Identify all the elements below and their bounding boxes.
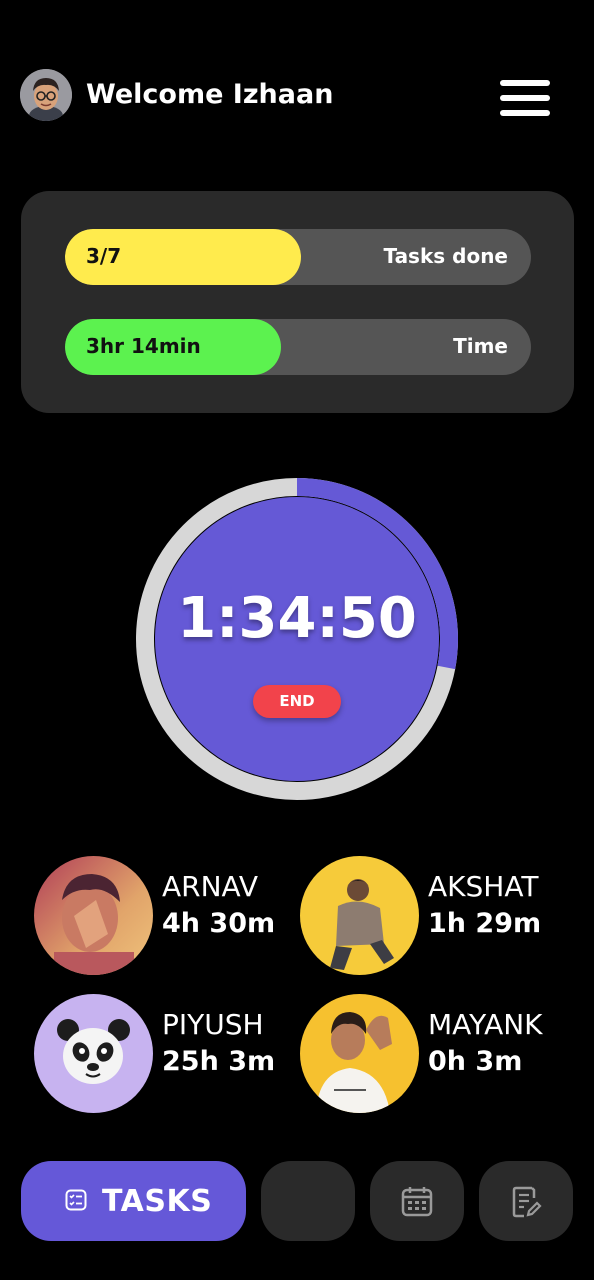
friend-card-piyush[interactable]: PIYUSH 25h 3m <box>34 994 304 1114</box>
friend-time: 1h 29m <box>428 908 542 939</box>
friend-time: 0h 3m <box>428 1046 523 1077</box>
tasks-nav-button[interactable]: TASKS <box>21 1161 246 1241</box>
hamburger-menu-icon <box>500 80 550 86</box>
timer-display: 1:34:50 <box>177 586 417 651</box>
friend-name: AKSHAT <box>428 870 539 903</box>
friend-photo-akshat <box>300 856 419 975</box>
calendar-nav-button[interactable] <box>370 1161 464 1241</box>
blank-nav-button[interactable] <box>261 1161 355 1241</box>
memoji-avatar-icon <box>20 69 72 121</box>
time-label: Time <box>453 334 508 358</box>
friend-time: 25h 3m <box>162 1046 276 1077</box>
tasks-nav-label: TASKS <box>102 1184 213 1219</box>
user-avatar[interactable] <box>20 69 72 121</box>
notes-nav-button[interactable] <box>479 1161 573 1241</box>
friend-card-arnav[interactable]: ARNAV 4h 30m <box>34 856 304 976</box>
person-photo-icon <box>300 994 419 1113</box>
time-progress-bar: 3hr 14min Time <box>65 319 531 375</box>
hamburger-menu-icon <box>500 95 550 101</box>
calendar-icon <box>401 1187 433 1217</box>
friend-card-akshat[interactable]: AKSHAT 1h 29m <box>300 856 570 976</box>
checklist-icon <box>65 1189 87 1211</box>
tasks-done-label: Tasks done <box>383 244 509 268</box>
person-photo-icon <box>34 856 153 975</box>
time-value: 3hr 14min <box>86 334 201 358</box>
friend-name: PIYUSH <box>162 1008 264 1041</box>
tasks-count: 3/7 <box>86 244 122 268</box>
friend-photo-arnav <box>34 856 153 975</box>
friend-name: MAYANK <box>428 1008 543 1041</box>
menu-button[interactable] <box>500 80 550 116</box>
friend-card-mayank[interactable]: MAYANK 0h 3m <box>300 994 570 1114</box>
hamburger-menu-icon <box>500 110 550 116</box>
friend-time: 4h 30m <box>162 908 276 939</box>
note-edit-icon <box>512 1186 542 1218</box>
friend-photo-mayank <box>300 994 419 1113</box>
person-photo-icon <box>300 856 419 975</box>
welcome-title: Welcome Izhaan <box>86 79 334 110</box>
panda-icon <box>34 994 153 1113</box>
stats-card: 3/7 Tasks done 3hr 14min Time <box>21 191 574 413</box>
friend-photo-piyush <box>34 994 153 1113</box>
focus-timer: 1:34:50 END <box>136 478 458 800</box>
friend-name: ARNAV <box>162 870 259 903</box>
end-button[interactable]: END <box>253 685 341 718</box>
tasks-progress-bar: 3/7 Tasks done <box>65 229 531 285</box>
